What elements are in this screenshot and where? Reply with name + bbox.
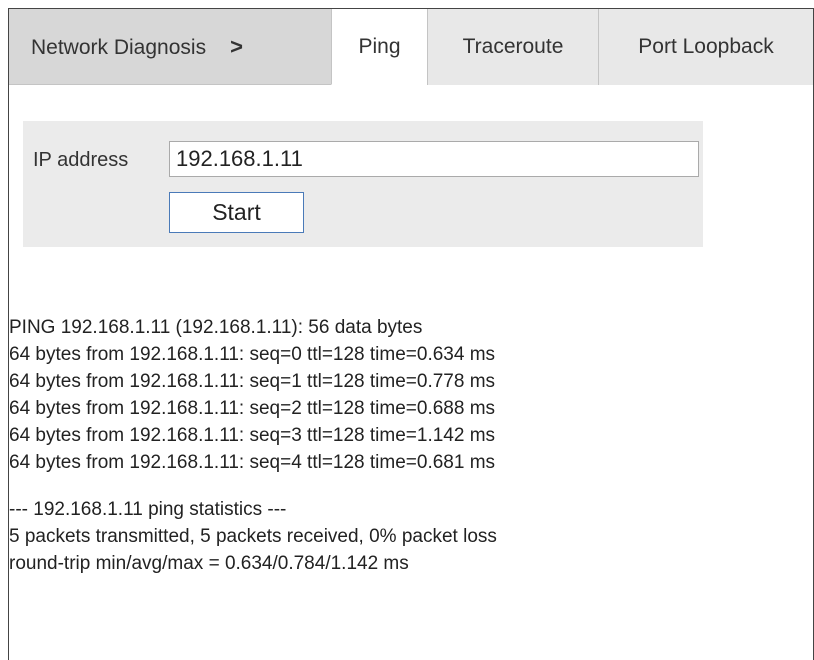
ping-stats-rtt: round-trip min/avg/max = 0.634/0.784/1.1… — [9, 553, 409, 574]
tab-traceroute[interactable]: Traceroute — [427, 9, 598, 85]
breadcrumb-separator-icon: > — [230, 34, 243, 59]
breadcrumb-label: Network Diagnosis — [31, 36, 207, 59]
tab-port-loopback[interactable]: Port Loopback — [598, 9, 813, 85]
ip-address-input[interactable] — [169, 141, 699, 177]
tab-bar: Network Diagnosis > Ping Traceroute Port … — [9, 9, 813, 85]
ping-reply-line: 64 bytes from 192.168.1.11: seq=3 ttl=12… — [9, 425, 496, 446]
tab-ping[interactable]: Ping — [331, 9, 427, 85]
ping-stats-packets: 5 packets transmitted, 5 packets receive… — [9, 526, 497, 547]
ping-form-panel: IP address Start — [23, 121, 703, 247]
ping-reply-line: 64 bytes from 192.168.1.11: seq=2 ttl=12… — [9, 398, 496, 419]
ping-output: PING 192.168.1.11 (192.168.1.11): 56 dat… — [9, 314, 769, 577]
ping-reply-line: 64 bytes from 192.168.1.11: seq=4 ttl=12… — [9, 452, 496, 473]
start-button[interactable]: Start — [169, 192, 304, 233]
ip-address-label: IP address — [33, 149, 129, 171]
breadcrumb: Network Diagnosis > — [31, 9, 243, 85]
ping-reply-line: 64 bytes from 192.168.1.11: seq=0 ttl=12… — [9, 344, 496, 365]
ping-reply-line: 64 bytes from 192.168.1.11: seq=1 ttl=12… — [9, 371, 496, 392]
output-spacer — [9, 476, 769, 496]
ping-header-line: PING 192.168.1.11 (192.168.1.11): 56 dat… — [9, 317, 423, 338]
ping-stats-header: --- 192.168.1.11 ping statistics --- — [9, 499, 287, 520]
diagnosis-window: Network Diagnosis > Ping Traceroute Port … — [8, 8, 814, 660]
